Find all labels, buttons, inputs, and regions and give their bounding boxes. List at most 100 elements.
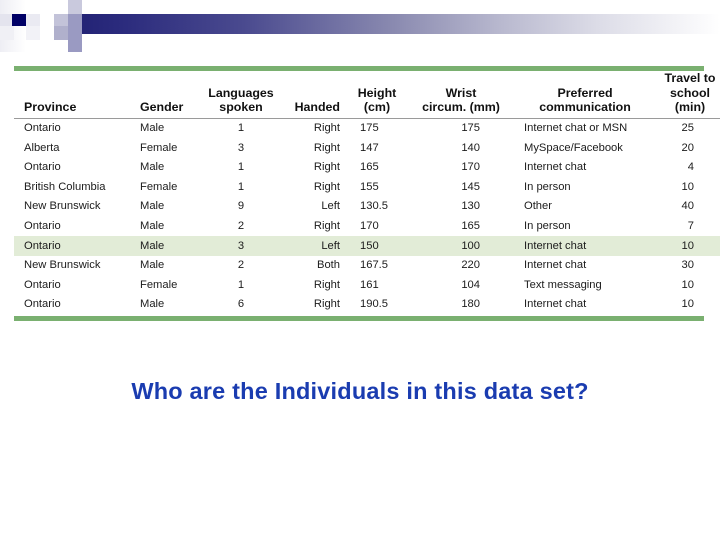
cell-travel: 10: [681, 298, 694, 311]
column-header-wrist-line2: circum. (mm): [422, 100, 500, 115]
slide-question-text: Who are the Individuals in this data set…: [131, 378, 589, 404]
column-header-province-line2: Province: [24, 100, 77, 115]
cell-height: 130.5: [360, 200, 388, 213]
cell-wrist: 220: [461, 259, 480, 272]
header-square-n: [26, 26, 40, 40]
column-header-gender: Gender: [136, 71, 204, 119]
cell-handed: Right: [313, 141, 340, 154]
cell-communication: Internet chat: [524, 259, 587, 272]
slide-header-decoration: [0, 0, 720, 56]
cell-height: 147: [360, 141, 379, 154]
column-header-wrist: Wrist circum. (mm): [408, 71, 514, 119]
cell-travel: 20: [681, 141, 694, 154]
cell-handed: Both: [316, 259, 340, 272]
table-row-highlighted: Ontario Male 3 Left 150 100 Internet cha…: [14, 236, 720, 256]
cell-gender: Male: [140, 259, 165, 272]
column-header-height-line2: (cm): [363, 100, 391, 115]
header-accent-square: [12, 14, 26, 26]
table-body: Ontario Male 1 Right 175 175 Internet ch…: [14, 118, 720, 314]
cell-travel: 10: [681, 180, 694, 193]
table-bottom-rule: [14, 315, 704, 321]
column-header-travel: Travel to school (min): [656, 71, 720, 119]
cell-province: Ontario: [24, 220, 61, 233]
cell-communication: Internet chat: [524, 161, 587, 174]
table-header: Province Gender Languages spoken Handed …: [14, 71, 720, 119]
cell-height: 175: [360, 122, 379, 135]
dataset-table-container: Province Gender Languages spoken Handed …: [14, 66, 720, 321]
cell-province: Ontario: [14, 236, 136, 256]
cell-height: 155: [360, 180, 379, 193]
cell-languages: 2: [237, 259, 245, 272]
cell-handed: Right: [313, 180, 340, 193]
cell-height: 170: [360, 220, 379, 233]
cell-communication: Internet chat: [524, 298, 587, 311]
cell-travel: 10: [656, 236, 720, 256]
header-square-c: [40, 0, 54, 14]
cell-wrist: 104: [461, 278, 480, 291]
cell-gender: Male: [140, 161, 165, 174]
column-header-travel-line1: Travel to: [664, 71, 716, 85]
cell-wrist: 170: [461, 161, 480, 174]
cell-province: Alberta: [24, 141, 60, 154]
column-header-height: Height (cm): [346, 71, 408, 119]
cell-travel: 4: [687, 161, 694, 174]
column-header-handed: Handed: [278, 71, 346, 119]
cell-handed: Left: [278, 236, 346, 256]
cell-height: 190.5: [360, 298, 388, 311]
cell-province: Ontario: [24, 278, 61, 291]
cell-province: British Columbia: [24, 180, 106, 193]
cell-languages: 9: [237, 200, 245, 213]
cell-gender: Female: [140, 141, 178, 154]
header-square-g: [54, 26, 68, 40]
cell-communication: In person: [524, 180, 571, 193]
cell-province: New Brunswick: [24, 259, 101, 272]
table-row: Ontario Male 6 Right 190.5 180 Internet …: [14, 295, 720, 315]
cell-handed: Right: [313, 220, 340, 233]
column-header-wrist-line1: Wrist: [445, 85, 477, 100]
table-row: New Brunswick Male 2 Both 167.5 220 Inte…: [14, 256, 720, 276]
cell-gender: Male: [140, 200, 165, 213]
header-square-e: [40, 26, 54, 40]
cell-wrist: 140: [461, 141, 480, 154]
table-row: Ontario Female 1 Right 161 104 Text mess…: [14, 276, 720, 296]
header-square-f: [54, 14, 68, 26]
header-gradient-bar: [40, 14, 720, 34]
header-square-l: [68, 40, 82, 52]
cell-travel: 10: [681, 278, 694, 291]
cell-languages: 1: [237, 180, 245, 193]
cell-communication: Text messaging: [524, 278, 602, 291]
header-square-p: [0, 14, 12, 26]
header-square-h: [54, 40, 68, 52]
cell-wrist: 100: [408, 236, 514, 256]
cell-gender: Male: [140, 298, 165, 311]
column-header-communication-line1: Preferred: [557, 85, 613, 100]
table-row: Ontario Male 2 Right 170 165 In person 7: [14, 217, 720, 237]
cell-gender: Female: [140, 180, 178, 193]
cell-wrist: 145: [461, 180, 480, 193]
cell-languages: 3: [237, 141, 245, 154]
column-header-languages-line1: Languages: [208, 85, 274, 100]
cell-height: 165: [360, 161, 379, 174]
header-square-k: [68, 26, 82, 40]
cell-travel: 7: [687, 220, 694, 233]
cell-height: 167.5: [360, 259, 388, 272]
table-row: Alberta Female 3 Right 147 140 MySpace/F…: [14, 138, 720, 158]
cell-gender: Female: [140, 278, 178, 291]
cell-gender: Male: [140, 122, 165, 135]
cell-province: New Brunswick: [24, 200, 101, 213]
cell-handed: Right: [313, 122, 340, 135]
column-header-languages-line2: spoken: [219, 100, 263, 115]
table-header-row: Province Gender Languages spoken Handed …: [14, 71, 720, 119]
header-square-j: [68, 14, 82, 26]
column-header-gender-line2: Gender: [140, 100, 184, 115]
table-row: New Brunswick Male 9 Left 130.5 130 Othe…: [14, 197, 720, 217]
header-square-o: [0, 26, 14, 40]
header-square-d: [40, 14, 54, 26]
column-header-languages: Languages spoken: [204, 71, 278, 119]
table-row: British Columbia Female 1 Right 155 145 …: [14, 178, 720, 198]
cell-handed: Right: [313, 278, 340, 291]
cell-height: 161: [360, 278, 379, 291]
cell-wrist: 175: [461, 122, 480, 135]
cell-wrist: 130: [461, 200, 480, 213]
cell-province: Ontario: [24, 161, 61, 174]
